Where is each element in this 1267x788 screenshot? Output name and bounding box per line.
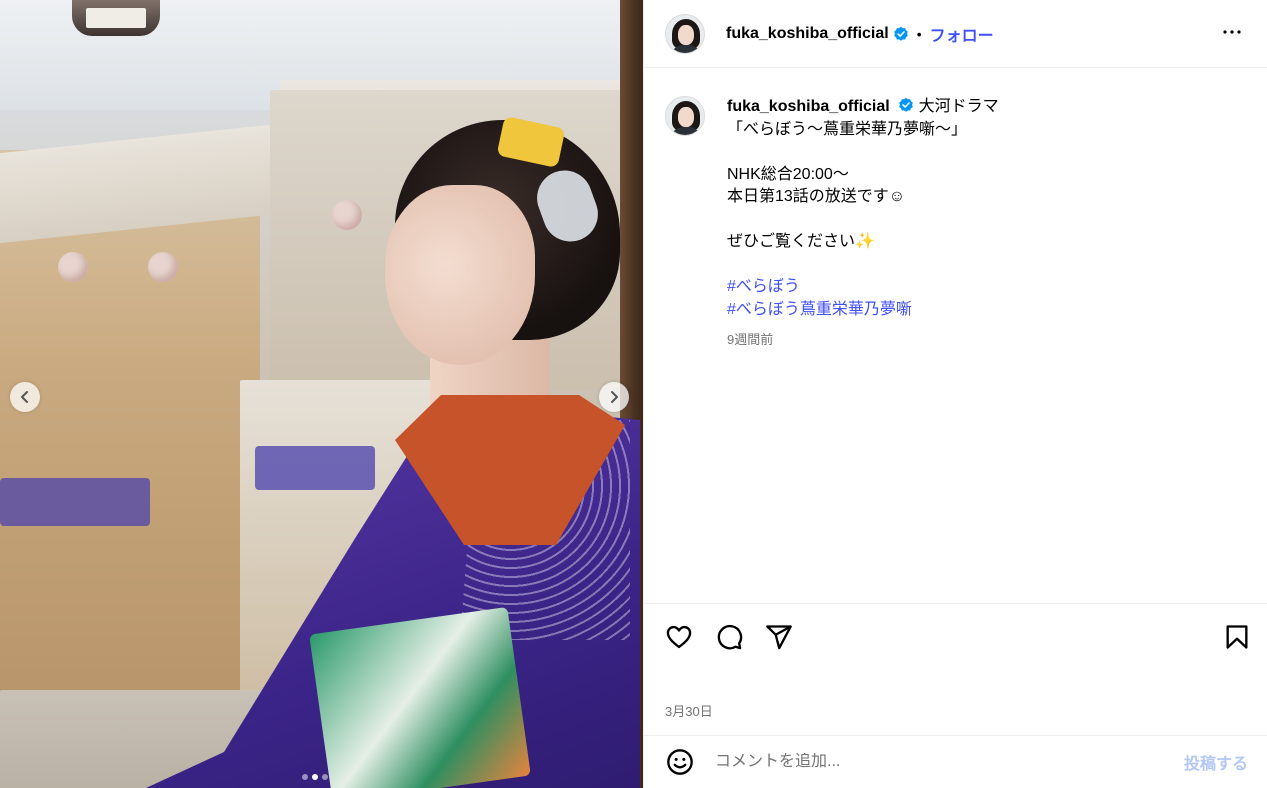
caption-timestamp[interactable]: 9週間前 <box>727 329 1247 352</box>
post-caption: fuka_koshiba_official 大河ドラマ 「べらぼう～蔦重栄華乃夢… <box>665 96 1247 352</box>
comment-bar: 投稿する <box>644 735 1267 788</box>
save-button[interactable] <box>1221 621 1253 653</box>
carousel-next-button[interactable] <box>599 382 629 412</box>
comment-input[interactable] <box>715 753 1155 771</box>
carousel-indicator <box>302 774 328 780</box>
bookmark-icon <box>1226 625 1248 649</box>
bg-lantern <box>58 252 88 282</box>
bg-noren-curtain <box>255 446 375 490</box>
separator-dot: • <box>916 25 922 42</box>
smiley-icon <box>667 749 693 775</box>
carousel-dot <box>312 774 318 780</box>
more-options-button[interactable] <box>1220 20 1244 44</box>
bg-lantern <box>332 200 362 230</box>
caption-text-line: NHK総合20:00～ <box>727 165 849 183</box>
caption-username[interactable]: fuka_koshiba_official <box>727 98 890 115</box>
chevron-right-icon <box>611 391 618 403</box>
heart-icon <box>666 625 692 649</box>
follow-button[interactable]: フォロー <box>930 22 994 46</box>
carousel-dot <box>322 774 328 780</box>
caption-text-line: 大河ドラマ <box>918 98 999 115</box>
bg-lantern <box>148 252 178 282</box>
hashtag-link[interactable]: #べらぼう <box>727 276 1247 299</box>
like-button[interactable] <box>663 621 695 653</box>
caption-text-line: ぜひご覧ください✨ <box>727 233 875 250</box>
more-horizontal-icon <box>1223 30 1241 34</box>
carousel-prev-button[interactable] <box>10 382 40 412</box>
post-date[interactable]: 3月30日 <box>665 701 713 720</box>
caption-body: fuka_koshiba_official 大河ドラマ 「べらぼう～蔦重栄華乃夢… <box>727 96 1247 352</box>
caption-avatar[interactable] <box>665 96 705 136</box>
post-actions <box>644 603 1267 673</box>
caption-text-line: 「べらぼう～蔦重栄華乃夢噺～」 <box>727 120 968 138</box>
emoji-button[interactable] <box>665 747 695 777</box>
figure-face <box>385 185 535 365</box>
verified-badge-icon <box>893 26 909 42</box>
bg-noren-curtain <box>0 478 150 526</box>
post-header: fuka_koshiba_official • フォロー <box>644 0 1267 68</box>
comment-button[interactable] <box>713 621 745 653</box>
instagram-post: fuka_koshiba_official • フォロー fuka_koshib… <box>0 0 1267 788</box>
post-side-panel: fuka_koshiba_official • フォロー fuka_koshib… <box>643 0 1267 788</box>
obi-sash <box>309 606 531 788</box>
share-icon <box>766 625 792 650</box>
verified-badge-icon <box>898 97 914 113</box>
header-username[interactable]: fuka_koshiba_official <box>726 25 889 43</box>
hanging-lantern <box>72 0 160 36</box>
chevron-left-icon <box>21 391 28 403</box>
caption-text-line: 本日第13話の放送です☺ <box>727 188 906 205</box>
post-photo <box>0 0 643 788</box>
carousel-dot <box>302 774 308 780</box>
post-comment-button[interactable]: 投稿する <box>1184 750 1248 774</box>
comment-icon <box>717 624 743 650</box>
avatar[interactable] <box>665 13 705 54</box>
share-button[interactable] <box>763 621 795 653</box>
hashtag-link[interactable]: #べらぼう蔦重栄華乃夢噺 <box>727 299 1247 322</box>
